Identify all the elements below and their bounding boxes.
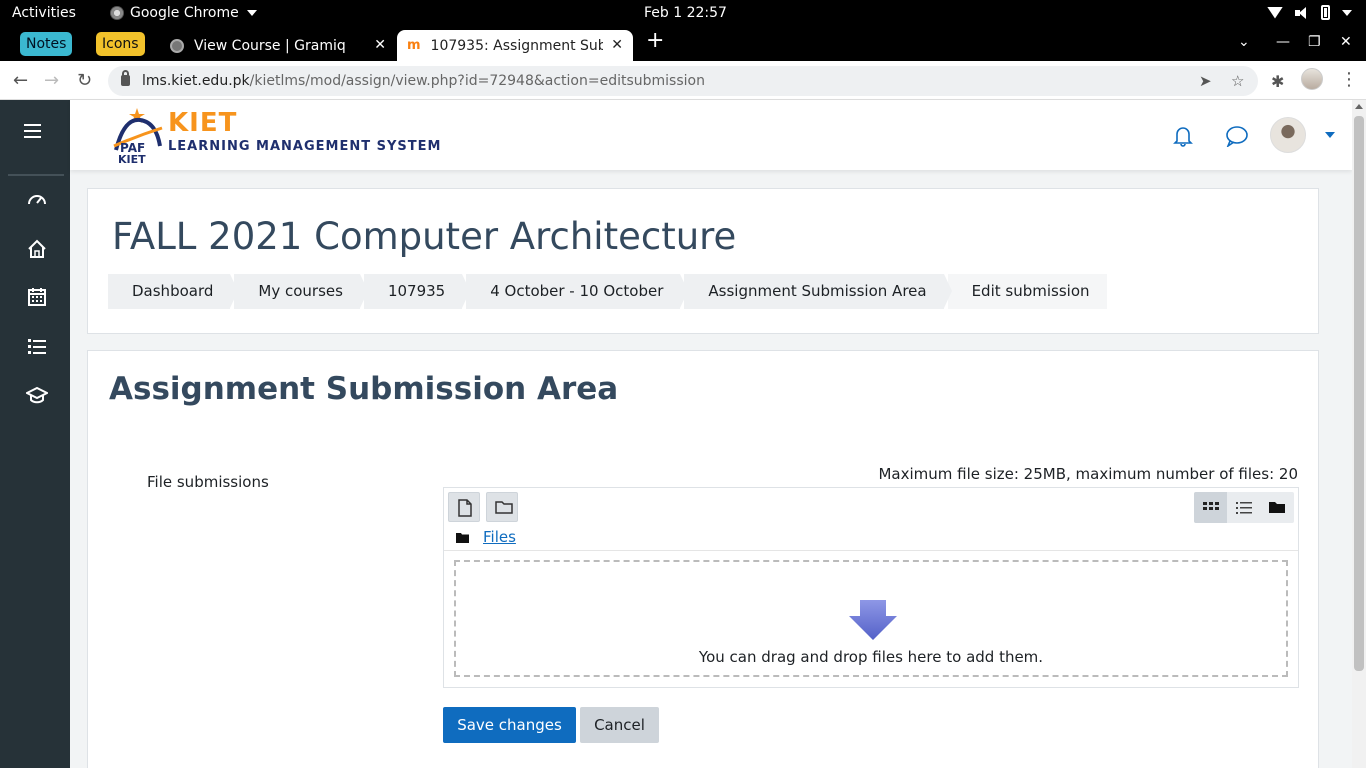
forward-icon[interactable]: → bbox=[44, 70, 59, 91]
breadcrumb-item[interactable]: 107935 bbox=[363, 274, 471, 309]
cancel-button[interactable]: Cancel bbox=[580, 707, 659, 743]
tab-assignment[interactable]: m 107935: Assignment Subm ✕ bbox=[397, 30, 633, 61]
app-menu[interactable]: Google Chrome bbox=[110, 5, 257, 21]
breadcrumb-item[interactable]: Assignment Submission Area bbox=[684, 274, 952, 309]
add-file-button[interactable] bbox=[448, 492, 480, 522]
save-changes-button[interactable]: Save changes bbox=[443, 707, 576, 743]
lock-icon[interactable] bbox=[121, 70, 130, 86]
volume-icon bbox=[1295, 6, 1309, 20]
minimize-icon[interactable]: — bbox=[1276, 34, 1290, 50]
drop-zone-text: You can drag and drop files here to add … bbox=[698, 648, 1044, 666]
file-icon bbox=[458, 499, 472, 517]
bookmark-chip-notes[interactable]: Notes bbox=[20, 32, 73, 56]
page-title: Assignment Submission Area bbox=[109, 371, 619, 407]
upload-limits: Maximum file size: 25MB, maximum number … bbox=[878, 465, 1298, 483]
graduation-cap-icon[interactable] bbox=[24, 384, 50, 406]
menu-icon[interactable] bbox=[24, 124, 41, 138]
breadcrumb-item-current: Edit submission bbox=[947, 274, 1107, 309]
scrollbar-thumb[interactable] bbox=[1354, 116, 1364, 671]
tree-view-icon[interactable] bbox=[1260, 492, 1293, 523]
back-icon[interactable]: ← bbox=[13, 70, 28, 91]
more-icon[interactable]: ⋮ bbox=[1340, 69, 1358, 90]
url-path: /kietlms/mod/assign/view.php?id=72948&ac… bbox=[249, 73, 705, 89]
file-manager: Files You can drag and drop files here t… bbox=[443, 487, 1299, 688]
activities-button[interactable]: Activities bbox=[12, 5, 76, 21]
user-avatar[interactable] bbox=[1270, 117, 1306, 153]
maximize-icon[interactable]: ❐ bbox=[1308, 34, 1321, 50]
chevron-down-icon bbox=[246, 10, 257, 16]
notification-bell-icon[interactable] bbox=[1173, 125, 1193, 147]
profile-avatar[interactable] bbox=[1301, 68, 1323, 90]
drawer-divider bbox=[8, 174, 64, 176]
reload-icon[interactable]: ↻ bbox=[77, 70, 92, 91]
url-host: lms.kiet.edu.pk bbox=[142, 73, 250, 89]
course-title: FALL 2021 Computer Architecture bbox=[112, 215, 737, 258]
tab-title: 107935: Assignment Subm bbox=[430, 37, 603, 54]
create-folder-button[interactable] bbox=[486, 492, 518, 522]
moodle-icon: m bbox=[407, 38, 421, 53]
bookmark-chip-icons[interactable]: Icons bbox=[96, 32, 145, 56]
tab-view-course[interactable]: View Course | Gramiq ✕ bbox=[160, 30, 396, 61]
star-icon[interactable]: ☆ bbox=[1231, 66, 1244, 96]
breadcrumb-item[interactable]: Dashboard bbox=[108, 274, 239, 309]
address-bar[interactable]: lms.kiet.edu.pk/kietlms/mod/assign/view.… bbox=[108, 66, 1258, 96]
view-mode-group bbox=[1194, 492, 1294, 523]
scroll-up-icon[interactable] bbox=[1355, 104, 1363, 109]
nav-drawer bbox=[0, 100, 70, 768]
system-tray[interactable] bbox=[1267, 5, 1352, 20]
divider bbox=[444, 550, 1298, 551]
tab-title: View Course | Gramiq bbox=[194, 37, 346, 54]
logo-subtitle: LEARNING MANAGEMENT SYSTEM bbox=[168, 139, 442, 154]
file-path: Files bbox=[456, 528, 516, 546]
site-header: PAF KIET KIET LEARNING MANAGEMENT SYSTEM bbox=[70, 100, 1352, 170]
svg-text:KIET: KIET bbox=[118, 153, 146, 164]
submission-card: Assignment Submission Area File submissi… bbox=[87, 350, 1319, 768]
globe-icon bbox=[170, 38, 184, 53]
tab-search-icon[interactable]: ⌄ bbox=[1238, 34, 1250, 50]
close-icon[interactable]: ✕ bbox=[611, 37, 623, 53]
chevron-down-icon bbox=[1342, 9, 1352, 16]
logo-title: KIET bbox=[168, 108, 238, 138]
file-submissions-label: File submissions bbox=[147, 473, 269, 491]
dashboard-icon[interactable] bbox=[26, 189, 48, 211]
calendar-icon[interactable] bbox=[26, 286, 48, 308]
kiet-logo[interactable]: PAF KIET bbox=[110, 106, 164, 166]
breadcrumb-item[interactable]: 4 October - 10 October bbox=[466, 274, 689, 309]
chrome-icon bbox=[110, 6, 124, 20]
download-arrow-icon bbox=[849, 600, 897, 640]
page-scrollbar[interactable] bbox=[1352, 100, 1366, 768]
extensions-icon[interactable]: ✱ bbox=[1271, 72, 1284, 91]
window-close-icon[interactable]: ✕ bbox=[1340, 34, 1352, 50]
breadcrumb-item[interactable]: My courses bbox=[234, 274, 368, 309]
send-tab-icon[interactable]: ➤ bbox=[1199, 66, 1212, 96]
battery-icon bbox=[1321, 5, 1330, 20]
clock[interactable]: Feb 1 22:57 bbox=[644, 5, 727, 21]
list-icon[interactable] bbox=[26, 335, 48, 357]
messages-icon[interactable] bbox=[1225, 125, 1249, 149]
new-tab-button[interactable]: + bbox=[646, 30, 664, 52]
folder-icon bbox=[495, 501, 513, 514]
browser-toolbar: ← → ↻ lms.kiet.edu.pk/kietlms/mod/assign… bbox=[0, 61, 1366, 100]
course-header-card: FALL 2021 Computer Architecture Dashboar… bbox=[87, 188, 1319, 334]
tab-strip: Notes Icons View Course | Gramiq ✕ m 107… bbox=[0, 27, 1366, 61]
grid-view-icon[interactable] bbox=[1194, 492, 1227, 523]
folder-icon bbox=[456, 532, 469, 543]
list-view-icon[interactable] bbox=[1227, 492, 1260, 523]
chevron-down-icon[interactable] bbox=[1325, 132, 1335, 138]
system-top-bar: Activities Google Chrome Feb 1 22:57 bbox=[0, 0, 1366, 27]
drop-zone[interactable]: You can drag and drop files here to add … bbox=[454, 560, 1288, 677]
breadcrumb: Dashboard My courses 107935 4 October - … bbox=[108, 274, 1111, 309]
close-icon[interactable]: ✕ bbox=[374, 37, 386, 53]
app-name: Google Chrome bbox=[130, 5, 239, 21]
wifi-icon bbox=[1267, 6, 1283, 19]
files-path-link[interactable]: Files bbox=[483, 528, 516, 546]
home-icon[interactable] bbox=[26, 238, 48, 260]
